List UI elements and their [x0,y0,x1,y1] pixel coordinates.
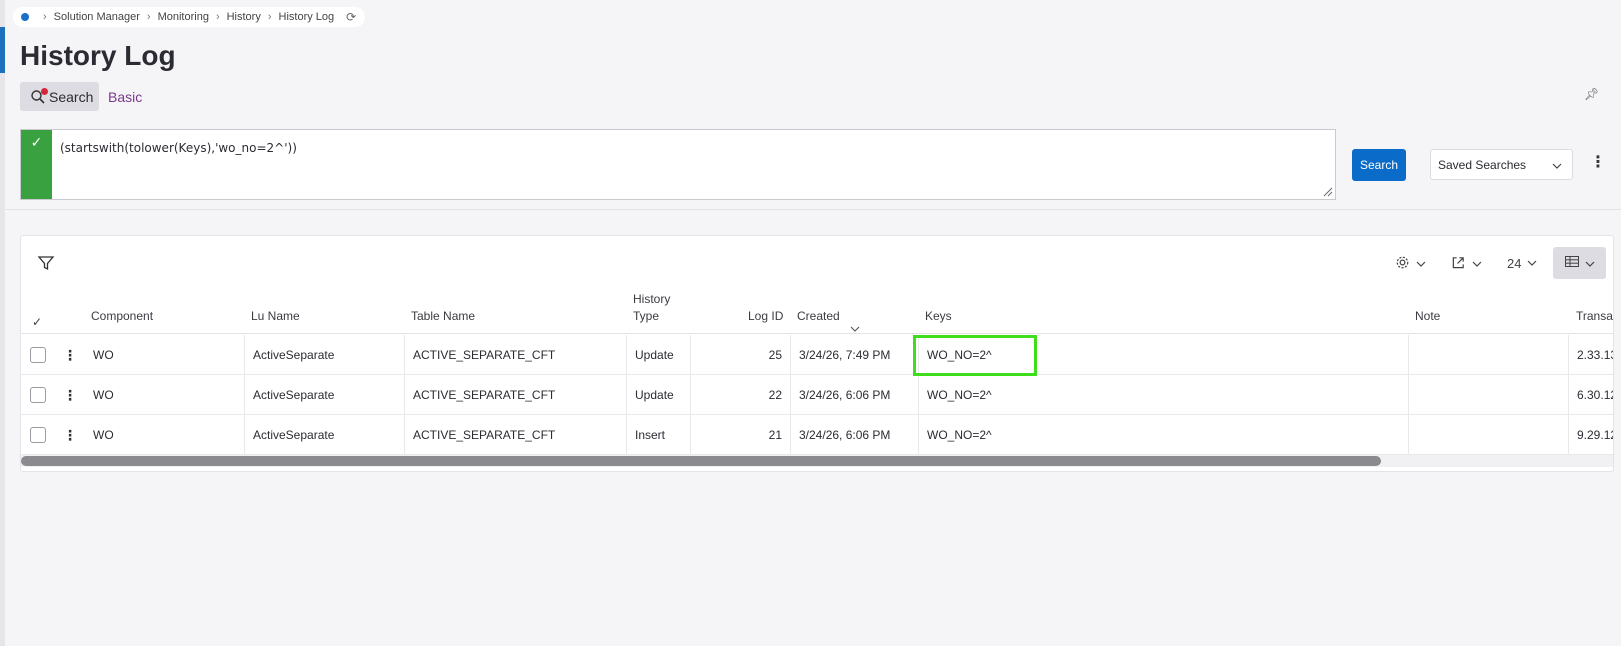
page-title: History Log [20,40,176,71]
cell-keys[interactable]: WO_NO=2^ [927,415,992,455]
column-header-component[interactable]: Component [91,308,153,325]
divider [5,209,1621,210]
saved-searches-label: Saved Searches [1438,157,1527,172]
left-strip [0,0,5,646]
cell-created: 3/24/26, 6:06 PM [799,388,891,402]
tab-search-label: Search [49,88,94,105]
breadcrumb-item-monitoring[interactable]: Monitoring [158,11,209,23]
cell-lu-name: ActiveSeparate [253,348,335,362]
column-header-lu-name[interactable]: Lu Name [251,308,300,325]
cell-created: 3/24/26, 6:06 PM [799,428,891,442]
page-size-dropdown[interactable]: 24 [1507,256,1537,271]
chevron-down-icon [1472,259,1482,270]
cell-lu-name: ActiveSeparate [253,428,335,442]
cell-table-name: ACTIVE_SEPARATE_CFT [413,428,556,442]
table-row[interactable]: ⋮ WO ActiveSeparate ACTIVE_SEPARATE_CFT … [21,375,1614,415]
cell-log-id: 21 [768,428,782,442]
gear-icon [1395,255,1410,273]
chevron-down-icon [1552,158,1562,172]
breadcrumb-item-solution-manager[interactable]: Solution Manager [54,11,140,23]
row-checkbox[interactable] [30,387,46,403]
row-checkbox[interactable] [30,427,46,443]
column-header-table-name[interactable]: Table Name [411,308,475,325]
column-header-history-type-line2[interactable]: Type [633,308,659,325]
row-checkbox[interactable] [30,347,46,363]
tab-basic[interactable]: Basic [108,89,142,105]
cell-lu-name: ActiveSeparate [253,388,335,402]
row-menu-icon[interactable]: ⋮ [63,387,77,404]
cell-history-type: Insert [635,428,666,442]
cell-component: WO [93,428,114,442]
column-header-history-type-line1[interactable]: History [633,291,670,308]
active-filter-dot [41,87,48,95]
home-dot-icon[interactable] [21,13,29,21]
breadcrumb-item-history-log: History Log [278,11,335,23]
table-view-icon [1564,254,1579,272]
cell-table-name: ACTIVE_SEPARATE_CFT [413,348,556,362]
breadcrumb-item-history[interactable]: History [227,11,261,23]
chevron-down-icon [1527,258,1537,269]
breadcrumb: › Solution Manager › Monitoring › Histor… [13,7,366,27]
table-row[interactable]: ⋮ WO ActiveSeparate ACTIVE_SEPARATE_CFT … [21,415,1614,455]
chevron-down-icon [1585,254,1595,272]
chevron-down-icon [1416,259,1426,270]
row-menu-icon[interactable]: ⋮ [63,427,77,444]
valid-check-icon: ✓ [21,130,52,199]
chevron-right-icon: › [43,11,47,23]
saved-searches-dropdown[interactable]: Saved Searches [1430,149,1573,180]
chevron-right-icon: › [267,11,272,23]
view-mode-button[interactable] [1553,247,1606,279]
column-header-note[interactable]: Note [1415,308,1440,325]
cell-keys[interactable]: WO_NO=2^ [927,375,992,415]
chevron-right-icon: › [146,11,151,23]
filter-icon[interactable] [37,254,55,272]
table-header: ✓ Component Lu Name Table Name History T… [21,288,1613,334]
history-log-table: 24 ✓ Component Lu Name Table Name Histor… [20,235,1614,472]
row-menu-icon[interactable]: ⋮ [63,347,77,364]
cell-transaction: 2.33.13 [1577,348,1614,362]
refresh-icon[interactable]: ⟳ [346,10,356,24]
cell-log-id: 22 [768,388,782,402]
page-size-value: 24 [1507,256,1522,271]
export-icon [1451,255,1466,273]
tab-search[interactable]: Search [20,82,99,111]
cell-table-name: ACTIVE_SEPARATE_CFT [413,388,556,402]
query-editor[interactable]: ✓ (startswith(tolower(Keys),'wo_no=2^')) [20,129,1336,200]
cell-history-type: Update [635,348,674,362]
nav-accent-bar [0,27,5,73]
column-header-created[interactable]: Created [797,308,840,325]
cell-created: 3/24/26, 7:49 PM [799,348,891,362]
cell-keys[interactable]: WO_NO=2^ [927,335,992,375]
column-header-log-id[interactable]: Log ID [748,308,783,325]
column-header-transaction[interactable]: Transa [1576,308,1613,325]
search-button[interactable]: Search [1352,149,1406,181]
cell-transaction: 6.30.12 [1577,388,1614,402]
cell-log-id: 25 [768,348,782,362]
pin-icon[interactable]: 📌︎ [1584,87,1599,101]
chevron-right-icon: › [215,11,220,23]
cell-transaction: 9.29.12 [1577,428,1614,442]
table-row[interactable]: ⋮ WO ActiveSeparate ACTIVE_SEPARATE_CFT … [21,335,1614,375]
scrollbar-thumb[interactable] [21,456,1381,466]
select-all-check-icon[interactable]: ✓ [32,314,42,331]
cell-component: WO [93,348,114,362]
table-settings-button[interactable] [1395,255,1426,273]
query-text[interactable]: (startswith(tolower(Keys),'wo_no=2^')) [60,141,297,155]
export-button[interactable] [1451,255,1482,273]
column-header-keys[interactable]: Keys [925,308,952,325]
cell-history-type: Update [635,388,674,402]
cell-component: WO [93,388,114,402]
more-options-icon[interactable]: ⋮ [1590,155,1606,171]
resize-grip-icon[interactable] [1323,187,1333,197]
search-icon [30,87,48,105]
